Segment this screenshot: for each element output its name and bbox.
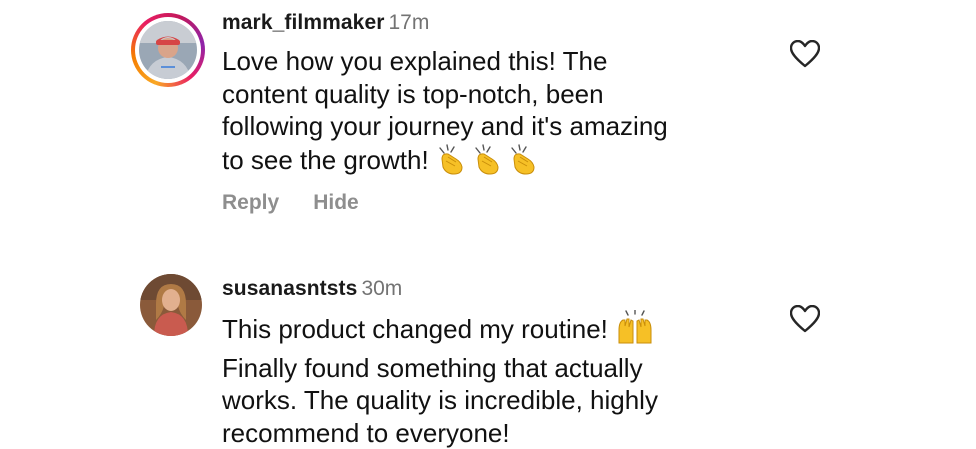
comment-text-line: This product changed my routine! [222, 310, 762, 352]
avatar[interactable] [139, 21, 197, 79]
like-button[interactable] [790, 40, 820, 68]
avatar-story-ring[interactable] [131, 13, 205, 87]
comment-text-line: Love how you explained this! The [222, 45, 762, 78]
comment-text-line-content: This product changed my routine! [222, 314, 608, 344]
comment-header: mark_filmmaker17m [222, 11, 429, 35]
comment-item: susanasntsts30m This product changed my … [0, 240, 976, 448]
avatar[interactable] [140, 274, 202, 336]
clapping-hands-icon [508, 143, 544, 183]
hide-button[interactable]: Hide [313, 191, 359, 214]
like-button[interactable] [790, 305, 820, 333]
timestamp: 17m [389, 11, 430, 34]
comment-actions: Reply Hide [222, 191, 359, 215]
comment-text-line: content quality is top-notch, been [222, 78, 762, 111]
timestamp: 30m [361, 277, 402, 300]
heart-outline-icon [790, 40, 820, 68]
username[interactable]: susanasntsts [222, 277, 357, 300]
comment-item: mark_filmmaker17m Love how you explained… [0, 0, 976, 240]
comment-header: susanasntsts30m [222, 277, 402, 301]
comment-text-line: works. The quality is incredible, highly [222, 384, 762, 417]
comment-text: This product changed my routine! Finally… [222, 310, 762, 449]
reply-button[interactable]: Reply [222, 191, 279, 214]
heart-outline-icon [790, 305, 820, 333]
clapping-hands-icon [436, 143, 472, 183]
raising-hands-icon [615, 310, 655, 352]
comment-text-line: to see the growth! [222, 143, 762, 183]
username[interactable]: mark_filmmaker [222, 11, 385, 34]
comment-text-line-content: to see the growth! [222, 145, 429, 175]
comment-text-line: Finally found something that actually [222, 352, 762, 385]
clapping-hands-icon [472, 143, 508, 183]
comment-text-line: recommend to everyone! [222, 417, 762, 449]
comment-text-line: following your journey and it's amazing [222, 110, 762, 143]
comment-text: Love how you explained this! The content… [222, 45, 762, 182]
